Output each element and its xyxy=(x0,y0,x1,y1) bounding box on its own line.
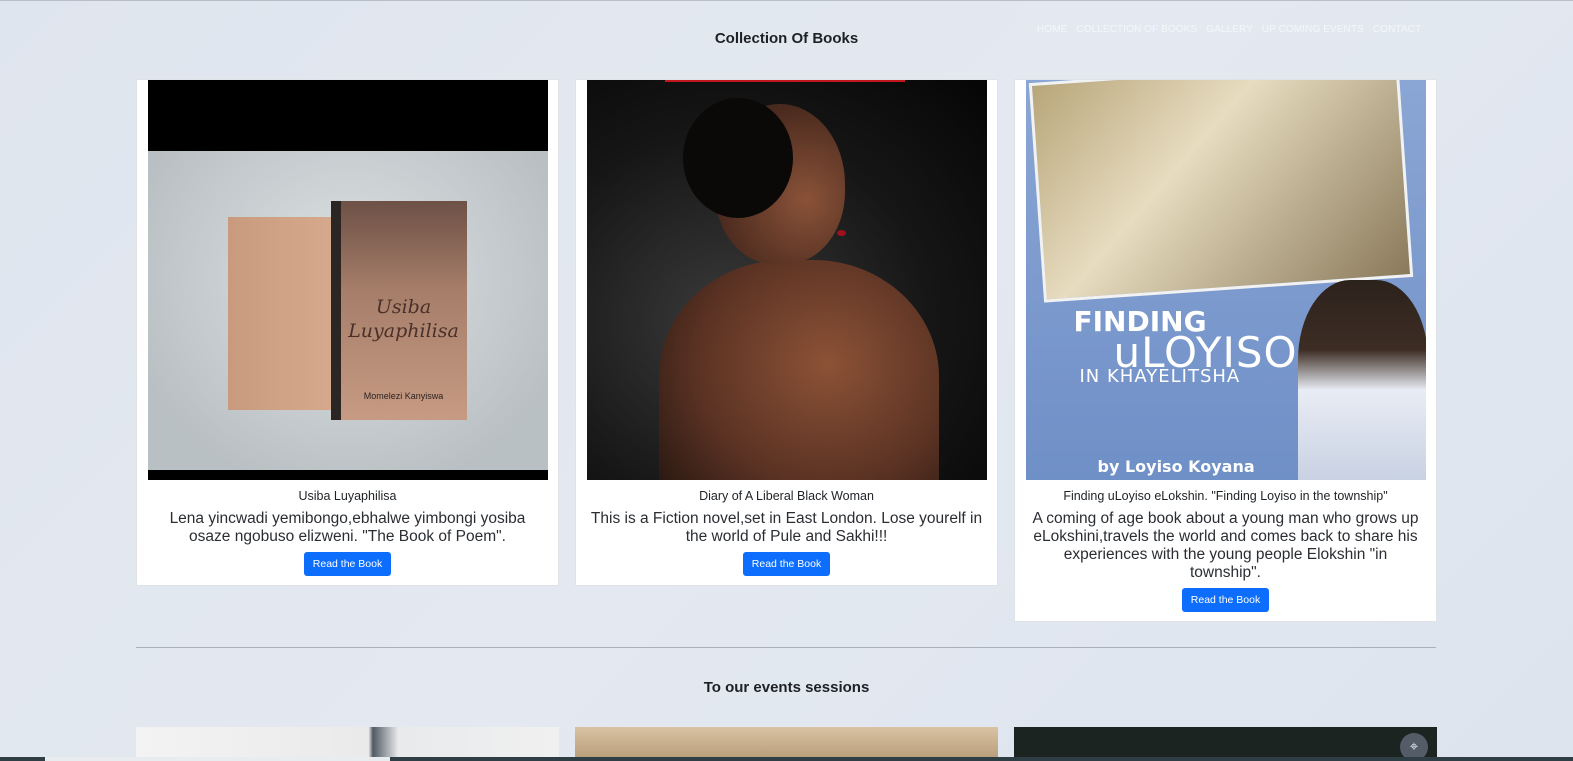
event-image[interactable] xyxy=(136,727,559,761)
book-description: A coming of age book about a young man w… xyxy=(1032,510,1419,581)
book-cover-image xyxy=(586,80,987,480)
book-card: FINDING uLOYISO IN KHAYELITSHA by Loyiso… xyxy=(1014,79,1437,622)
cover-author: Momelezi Kanyiswa xyxy=(363,391,444,401)
cover-line-3: IN KHAYELITSHA xyxy=(1079,366,1241,387)
book-description: Lena yincwadi yemibongo,ebhalwe yimbongi… xyxy=(169,510,526,545)
top-border xyxy=(0,0,1573,1)
taskbar-strip xyxy=(0,757,1573,761)
book-title: Finding uLoyiso eLokshin. "Finding Loyis… xyxy=(1063,489,1388,503)
book-cover-image: Usiba Luyaphilisa Momelezi Kanyiswa xyxy=(147,80,548,480)
book-cover-image: FINDING uLOYISO IN KHAYELITSHA by Loyiso… xyxy=(1025,80,1426,480)
read-book-button[interactable]: Read the Book xyxy=(303,552,392,576)
event-image[interactable] xyxy=(1014,727,1437,761)
cover-author: by Loyiso Koyana xyxy=(1097,457,1255,476)
book-title: Diary of A Liberal Black Woman xyxy=(699,489,874,503)
read-book-button[interactable]: Read the Book xyxy=(742,552,831,576)
read-book-button[interactable]: Read the Book xyxy=(1181,588,1270,612)
book-title: Usiba Luyaphilisa xyxy=(298,489,397,503)
book-card: Diary of A Liberal Black Woman This is a… xyxy=(575,79,998,586)
books-section-title: Collection Of Books xyxy=(714,30,859,47)
events-section-title: To our events sessions xyxy=(703,679,870,696)
book-description: This is a Fiction novel,set in East Lond… xyxy=(590,510,983,545)
section-divider xyxy=(136,647,1436,648)
book-card: Usiba Luyaphilisa Momelezi Kanyiswa Usib… xyxy=(136,79,559,586)
event-image[interactable] xyxy=(575,727,998,761)
cover-title: Usiba Luyaphilisa xyxy=(348,296,459,342)
